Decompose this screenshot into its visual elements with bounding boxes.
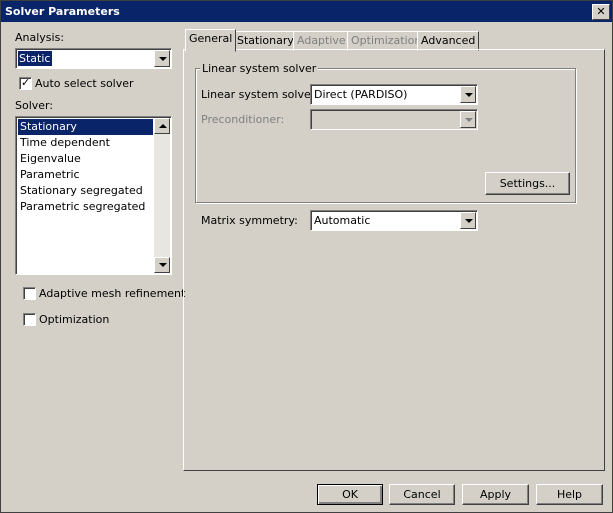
solver-item-stationary-segregated[interactable]: Stationary segregated: [18, 183, 145, 199]
auto-select-label: Auto select solver: [35, 77, 134, 90]
chevron-down-icon: [159, 57, 167, 61]
arrow-up-icon: [159, 124, 167, 128]
chevron-down-icon: [465, 219, 473, 223]
tab-optimization[interactable]: Optimization: [347, 31, 426, 51]
close-icon: ✕: [596, 5, 606, 18]
linear-solver-label: Linear system solver:: [201, 88, 319, 101]
linear-solver-value: Direct (PARDISO): [314, 88, 408, 101]
solver-list-scrollbar[interactable]: [154, 118, 170, 273]
ok-button[interactable]: OK: [317, 484, 383, 505]
adaptive-mesh-label: Adaptive mesh refinement: [39, 287, 186, 300]
adaptive-mesh-checkbox[interactable]: [23, 287, 36, 300]
solver-item-parametric-segregated[interactable]: Parametric segregated: [18, 199, 147, 215]
matrix-symmetry-select[interactable]: Automatic: [310, 210, 478, 231]
analysis-select[interactable]: Static: [15, 48, 172, 69]
linear-solver-select[interactable]: Direct (PARDISO): [310, 84, 478, 105]
tab-adaptive[interactable]: Adaptive: [293, 31, 350, 51]
matrix-symmetry-dropdown-button[interactable]: [460, 212, 476, 229]
linear-solver-dropdown-button[interactable]: [460, 86, 476, 103]
analysis-dropdown-button[interactable]: [154, 50, 170, 67]
apply-button[interactable]: Apply: [462, 484, 529, 505]
close-button[interactable]: ✕: [592, 4, 610, 20]
title-bar[interactable]: Solver Parameters ✕: [1, 1, 612, 22]
tab-general[interactable]: General: [185, 29, 237, 52]
solver-label: Solver:: [15, 99, 54, 112]
optimization-label: Optimization: [39, 313, 110, 326]
preconditioner-select[interactable]: [310, 109, 478, 130]
check-icon: ✓: [21, 76, 31, 89]
analysis-label: Analysis:: [15, 31, 65, 44]
window-title: Solver Parameters: [5, 5, 120, 18]
chevron-down-icon: [465, 118, 473, 122]
preconditioner-label: Preconditioner:: [201, 113, 285, 126]
solver-item-parametric[interactable]: Parametric: [18, 167, 82, 183]
optimization-checkbox[interactable]: [23, 313, 36, 326]
scroll-down-button[interactable]: [154, 257, 170, 273]
chevron-down-icon: [465, 93, 473, 97]
matrix-symmetry-value: Automatic: [314, 214, 371, 227]
auto-select-checkbox[interactable]: ✓: [19, 76, 32, 90]
solver-list[interactable]: Stationary Time dependent Eigenvalue Par…: [15, 116, 172, 275]
preconditioner-dropdown-button[interactable]: [460, 111, 476, 128]
help-button[interactable]: Help: [536, 484, 603, 505]
linear-solver-group-title: Linear system solver: [200, 62, 319, 75]
cancel-button[interactable]: Cancel: [389, 484, 455, 505]
tab-stationary[interactable]: Stationary: [233, 31, 298, 51]
tab-advanced[interactable]: Advanced: [417, 31, 480, 51]
solver-parameters-dialog: Solver Parameters ✕ Analysis: Static ✓ A…: [0, 0, 613, 513]
arrow-down-icon: [159, 263, 167, 267]
scroll-up-button[interactable]: [154, 118, 170, 134]
matrix-symmetry-label: Matrix symmetry:: [201, 214, 298, 227]
solver-item-stationary[interactable]: Stationary: [18, 119, 153, 135]
analysis-value: Static: [18, 51, 53, 66]
solver-item-eigenvalue[interactable]: Eigenvalue: [18, 151, 83, 167]
solver-item-time-dependent[interactable]: Time dependent: [18, 135, 112, 151]
settings-button[interactable]: Settings...: [485, 172, 570, 195]
